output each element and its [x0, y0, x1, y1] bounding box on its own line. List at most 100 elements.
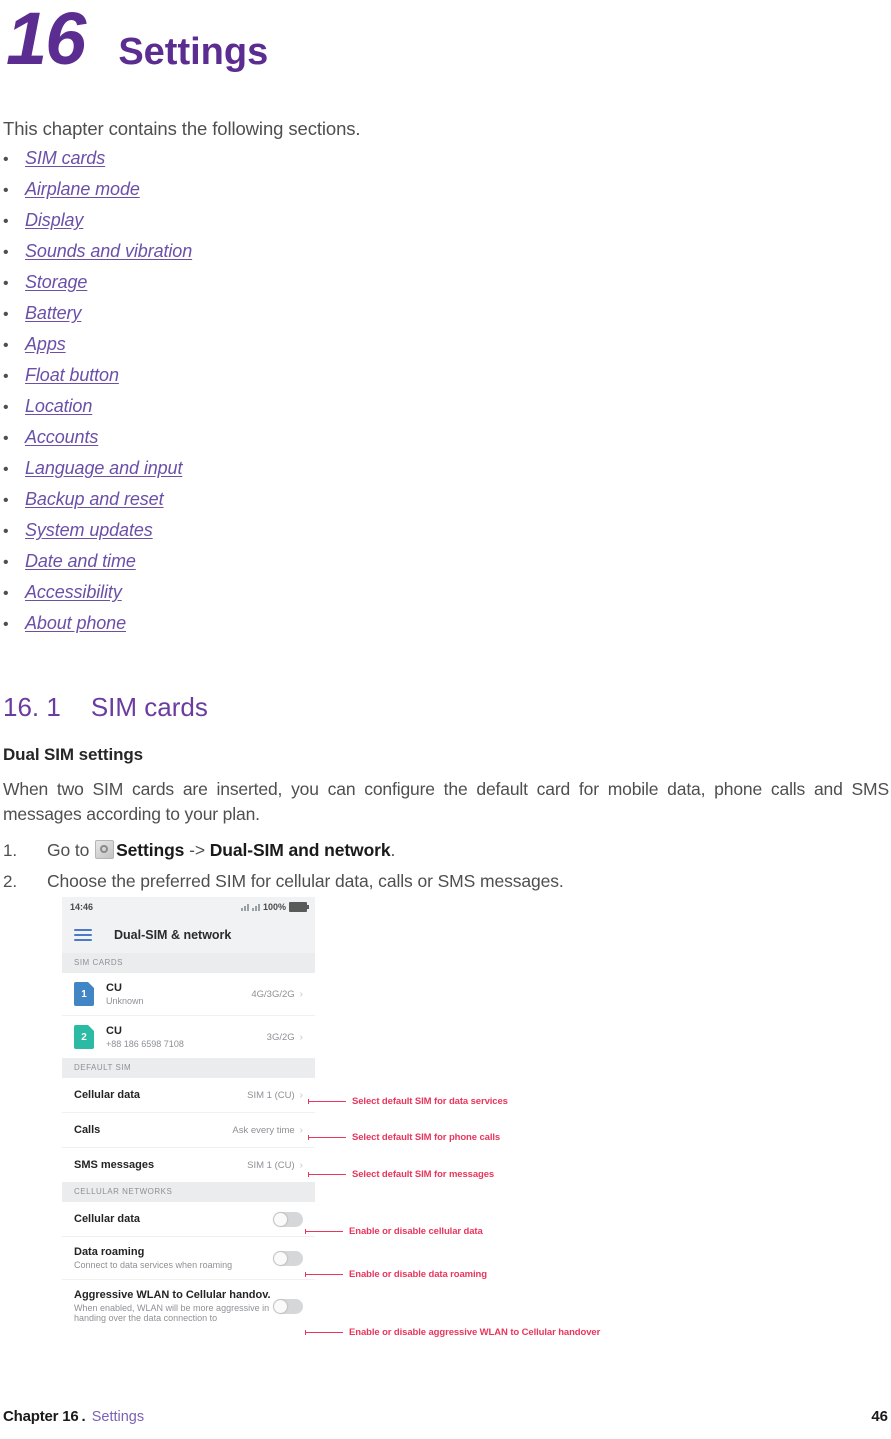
row-value-group[interactable]: SIM 1 (CU) › — [247, 1090, 303, 1101]
row-label: Cellular data — [74, 1089, 141, 1101]
sim-card-1-network[interactable]: 4G/3G/2G › — [251, 989, 303, 1000]
leader-line — [308, 1099, 346, 1104]
sim-card-2-network[interactable]: 3G/2G › — [267, 1032, 303, 1043]
section-link-airplane-mode[interactable]: Airplane mode — [25, 179, 140, 200]
row-value-group[interactable]: Ask every time › — [232, 1125, 303, 1136]
data-roaming-toggle[interactable] — [273, 1250, 303, 1266]
section-heading: 16. 1 SIM cards — [3, 692, 208, 723]
annotation-data-roaming: Enable or disable data roaming — [305, 1269, 487, 1280]
cellular-data-toggle[interactable] — [273, 1211, 303, 1227]
step-list: 1. Go to Settings -> Dual-SIM and networ… — [3, 835, 889, 897]
chapter-heading: 16 Settings — [6, 2, 268, 76]
sim-card-row-2[interactable]: 2 CU +88 186 6598 7108 3G/2G › — [62, 1016, 315, 1058]
row-value: SIM 1 (CU) — [247, 1159, 295, 1171]
annotation-text: Select default SIM for data services — [352, 1096, 508, 1107]
row-label: Cellular data — [74, 1213, 141, 1225]
cellular-networks-section-label: CELLULAR NETWORKS — [62, 1182, 315, 1202]
list-item[interactable]: • System updates — [3, 520, 403, 551]
sim-card-2-number: +88 186 6598 7108 — [106, 1039, 184, 1049]
row-value: SIM 1 (CU) — [247, 1089, 295, 1101]
annotation-text: Enable or disable data roaming — [349, 1269, 487, 1280]
default-sim-row-cellular-data[interactable]: Cellular data SIM 1 (CU) › — [62, 1078, 315, 1112]
section-link-location[interactable]: Location — [25, 396, 92, 417]
list-item[interactable]: • Backup and reset — [3, 489, 403, 520]
list-item[interactable]: • Accounts — [3, 427, 403, 458]
sim-card-1-number: Unknown — [106, 996, 144, 1006]
list-item[interactable]: • SIM cards — [3, 148, 403, 179]
step-period: . — [390, 840, 396, 860]
sim-card-2-info: CU +88 186 6598 7108 — [106, 1025, 267, 1049]
bullet-glyph: • — [3, 368, 9, 385]
section-link-sim-cards[interactable]: SIM cards — [25, 148, 105, 169]
row-description: When enabled, WLAN will be more aggressi… — [74, 1303, 270, 1323]
list-item[interactable]: • Accessibility — [3, 582, 403, 613]
battery-percent: 100% — [262, 902, 286, 912]
section-link-system-updates[interactable]: System updates — [25, 520, 153, 541]
leader-line — [305, 1272, 343, 1277]
sim-card-2-name: CU — [106, 1025, 122, 1037]
aggressive-wlan-handover-toggle[interactable] — [273, 1298, 303, 1314]
step-1: 1. Go to Settings -> Dual-SIM and networ… — [3, 835, 889, 866]
row-label: Calls — [74, 1124, 101, 1136]
list-item[interactable]: • Storage — [3, 272, 403, 303]
leader-line — [305, 1229, 343, 1234]
network-row-aggressive-wlan-handover[interactable]: Aggressive WLAN to Cellular handov. When… — [62, 1280, 315, 1332]
list-item[interactable]: • Float button — [3, 365, 403, 396]
bullet-glyph: • — [3, 275, 9, 292]
chevron-right-icon: › — [299, 1159, 303, 1171]
step-2: 2. Choose the preferred SIM for cellular… — [3, 866, 889, 897]
sim-card-1-icon: 1 — [74, 982, 94, 1006]
bullet-glyph: • — [3, 306, 9, 323]
section-link-accounts[interactable]: Accounts — [25, 427, 98, 448]
section-link-date-and-time[interactable]: Date and time — [25, 551, 136, 572]
bullet-glyph: • — [3, 337, 9, 354]
network-row-cellular-data[interactable]: Cellular data — [62, 1202, 315, 1236]
bullet-glyph: • — [3, 399, 9, 416]
section-link-backup-and-reset[interactable]: Backup and reset — [25, 489, 164, 510]
bullet-glyph: • — [3, 213, 9, 230]
default-sim-row-calls[interactable]: Calls Ask every time › — [62, 1113, 315, 1147]
chevron-right-icon: › — [299, 988, 303, 1000]
list-item[interactable]: • Date and time — [3, 551, 403, 582]
default-sim-row-sms-messages[interactable]: SMS messages SIM 1 (CU) › — [62, 1148, 315, 1182]
footer-section: Settings — [91, 1409, 145, 1425]
section-link-battery[interactable]: Battery — [25, 303, 81, 324]
sim-card-row-1[interactable]: 1 CU Unknown 4G/3G/2G › — [62, 973, 315, 1015]
row-label: Data roaming — [74, 1246, 145, 1258]
list-item[interactable]: • About phone — [3, 613, 403, 644]
sim-card-2-network-value: 3G/2G — [266, 1031, 295, 1043]
list-item[interactable]: • Apps — [3, 334, 403, 365]
app-bar: Dual-SIM & network — [62, 917, 315, 953]
annotation-text: Select default SIM for messages — [352, 1169, 495, 1180]
list-item[interactable]: • Display — [3, 210, 403, 241]
section-link-display[interactable]: Display — [25, 210, 83, 231]
row-label: SMS messages — [74, 1159, 155, 1171]
signal-bars-icon — [240, 903, 249, 911]
bullet-glyph: • — [3, 182, 9, 199]
list-item[interactable]: • Battery — [3, 303, 403, 334]
network-row-data-roaming[interactable]: Data roaming Connect to data services wh… — [62, 1237, 315, 1279]
hamburger-menu-icon[interactable] — [74, 929, 92, 941]
signal-bars-2-icon — [251, 903, 260, 911]
settings-gear-icon — [95, 840, 115, 859]
list-item[interactable]: • Airplane mode — [3, 179, 403, 210]
list-item[interactable]: • Language and input — [3, 458, 403, 489]
footer-chapter: Chapter 16 — [3, 1408, 79, 1425]
intro-text: This chapter contains the following sect… — [3, 118, 361, 139]
list-item[interactable]: • Sounds and vibration — [3, 241, 403, 272]
section-link-about-phone[interactable]: About phone — [25, 613, 126, 634]
leader-line — [308, 1135, 346, 1140]
list-item[interactable]: • Location — [3, 396, 403, 427]
default-sim-section-label: DEFAULT SIM — [62, 1058, 315, 1078]
step-bold-dual-sim: Dual-SIM and network — [209, 840, 391, 860]
section-link-accessibility[interactable]: Accessibility — [25, 582, 122, 603]
annotation-text: Select default SIM for phone calls — [352, 1132, 501, 1143]
bullet-glyph: • — [3, 585, 9, 602]
section-link-apps[interactable]: Apps — [25, 334, 66, 355]
section-link-language-and-input[interactable]: Language and input — [25, 458, 182, 479]
section-link-sounds-and-vibration[interactable]: Sounds and vibration — [25, 241, 192, 262]
row-value-group[interactable]: SIM 1 (CU) › — [247, 1160, 303, 1171]
section-link-storage[interactable]: Storage — [25, 272, 87, 293]
section-link-float-button[interactable]: Float button — [25, 365, 119, 386]
sim-card-2-icon: 2 — [74, 1025, 94, 1049]
